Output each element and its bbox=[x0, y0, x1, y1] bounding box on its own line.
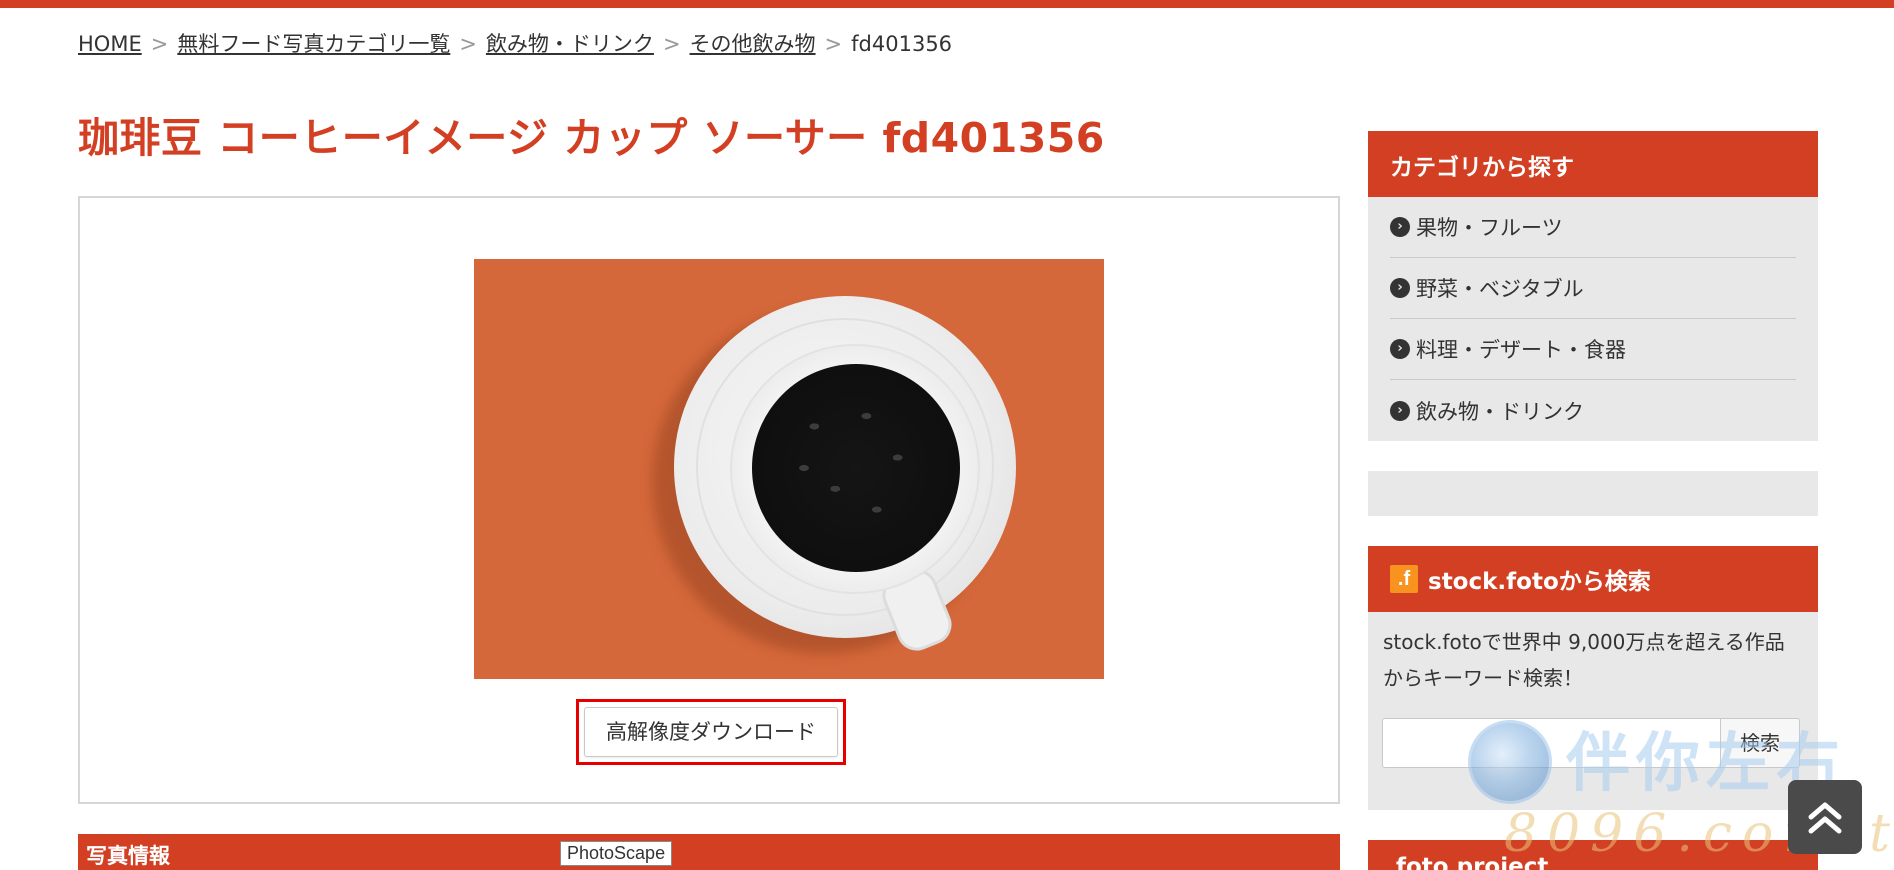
sidebar-item-label: 飲み物・ドリンク bbox=[1416, 399, 1584, 424]
high-resolution-download-button[interactable]: 高解像度ダウンロード bbox=[584, 707, 838, 757]
breadcrumb-separator: > bbox=[824, 32, 843, 56]
photoscape-tooltip: PhotoScape bbox=[560, 841, 673, 866]
sidebar-item-label: 野菜・ベジタブル bbox=[1416, 277, 1584, 301]
sidebar-blank-widget bbox=[1368, 471, 1818, 516]
breadcrumb-other-drinks-link[interactable]: その他飲み物 bbox=[690, 32, 816, 56]
sidebar-item-drinks[interactable]: › 飲み物・ドリンク bbox=[1390, 380, 1796, 441]
stockfoto-search-widget: .f stock.fotoから検索 stock.fotoで世界中 9,000万点… bbox=[1368, 546, 1818, 810]
sidebar-item-dishes[interactable]: › 料理・デザート・食器 bbox=[1390, 319, 1796, 380]
search-form: 検索 bbox=[1382, 718, 1800, 768]
sidebar-item-label: 果物・フルーツ bbox=[1416, 216, 1563, 240]
category-list: › 果物・フルーツ › 野菜・ベジタブル › 料理・デザート・食器 › 飲み物・… bbox=[1368, 197, 1818, 441]
breadcrumb-home-link[interactable]: HOME bbox=[78, 32, 142, 56]
chevron-right-circle-icon: › bbox=[1390, 217, 1410, 237]
sidebar-item-label: 料理・デザート・食器 bbox=[1416, 338, 1626, 362]
category-sidebar-header: カテゴリから探す bbox=[1368, 131, 1818, 197]
breadcrumb-drinks-link[interactable]: 飲み物・ドリンク bbox=[486, 32, 654, 56]
breadcrumb-current: fd401356 bbox=[851, 32, 953, 56]
photo-info-header: 写真情報 bbox=[78, 834, 1340, 870]
search-widget-header: .f stock.fotoから検索 bbox=[1368, 546, 1818, 612]
search-button[interactable]: 検索 bbox=[1720, 718, 1800, 768]
sidebar-item-vegetables[interactable]: › 野菜・ベジタブル bbox=[1390, 258, 1796, 319]
foto-project-header: foto project bbox=[1368, 840, 1818, 870]
category-sidebar: カテゴリから探す › 果物・フルーツ › 野菜・ベジタブル › 料理・デザート・… bbox=[1368, 131, 1818, 441]
breadcrumb-separator: > bbox=[150, 32, 169, 56]
breadcrumb-separator: > bbox=[459, 32, 477, 56]
chevron-right-circle-icon: › bbox=[1390, 278, 1410, 298]
double-chevron-up-icon bbox=[1808, 802, 1842, 834]
page-title: 珈琲豆 コーヒーイメージ カップ ソーサー fd401356 bbox=[78, 114, 1105, 162]
breadcrumb: HOME > 無料フード写真カテゴリ一覧 > 飲み物・ドリンク > その他飲み物 > fd401… bbox=[78, 28, 952, 58]
search-widget-title: stock.fotoから検索 bbox=[1428, 569, 1651, 595]
top-accent-bar bbox=[0, 0, 1894, 8]
back-to-top-button[interactable] bbox=[1788, 780, 1862, 854]
sidebar-item-fruits[interactable]: › 果物・フルーツ bbox=[1390, 197, 1796, 258]
chevron-right-circle-icon: › bbox=[1390, 339, 1410, 359]
photo-container: 高解像度ダウンロード bbox=[78, 196, 1340, 804]
chevron-right-circle-icon: › bbox=[1390, 400, 1410, 421]
coffee-bean-cup-photo bbox=[474, 259, 1104, 679]
search-input[interactable] bbox=[1382, 718, 1720, 768]
breadcrumb-separator: > bbox=[662, 32, 681, 56]
stockfoto-logo-icon: .f bbox=[1390, 565, 1418, 593]
breadcrumb-category-list-link[interactable]: 無料フード写真カテゴリ一覧 bbox=[177, 32, 450, 56]
search-description: stock.fotoで世界中 9,000万点を超える作品からキーワード検索！ bbox=[1383, 630, 1785, 690]
coffee-beans bbox=[752, 364, 960, 572]
